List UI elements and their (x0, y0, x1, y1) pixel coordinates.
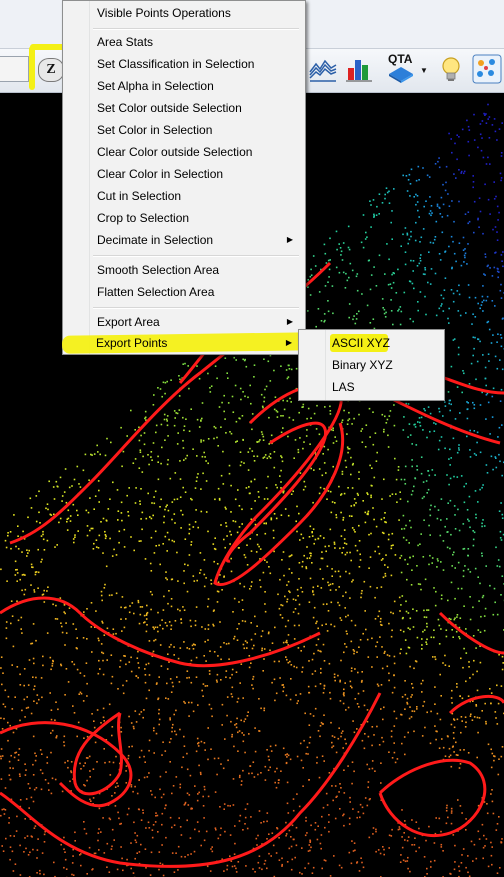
contour-line (72, 711, 123, 796)
menu-item-label: Export Points (96, 336, 168, 350)
menu-item-cut-in-selection[interactable]: Cut in Selection (65, 185, 301, 207)
submenu-arrow-icon: ▶ (286, 235, 293, 244)
lightbulb-icon[interactable] (436, 54, 466, 84)
contour-line (378, 758, 487, 838)
menu-item-crop-to-selection[interactable]: Crop to Selection (65, 207, 301, 229)
submenu-item-binary-xyz[interactable]: Binary XYZ (300, 354, 439, 376)
qta-icon[interactable] (386, 64, 416, 84)
toolbar-input-field[interactable] (0, 56, 29, 82)
z-button[interactable]: Z (38, 58, 64, 82)
menu-item-set-color-outside[interactable]: Set Color outside Selection (65, 97, 301, 119)
dropdown-arrow-icon[interactable]: ▼ (420, 66, 428, 75)
menu-item-set-color-in[interactable]: Set Color in Selection (65, 119, 301, 141)
menu-item-set-classification[interactable]: Set Classification in Selection (65, 53, 301, 75)
menu-item-label: Decimate in Selection (97, 233, 214, 247)
menu-item-export-points[interactable]: Export Points ▶ (64, 332, 300, 354)
menu-header: Visible Points Operations (97, 6, 231, 20)
menu-item-smooth-selection[interactable]: Smooth Selection Area (65, 259, 301, 281)
menu-item-clear-color-in[interactable]: Clear Color in Selection (65, 163, 301, 185)
submenu-arrow-icon: ▶ (285, 338, 292, 347)
menu-item-flatten-selection[interactable]: Flatten Selection Area (65, 281, 301, 303)
submenu-arrow-icon: ▶ (286, 317, 293, 326)
contour-line (0, 692, 382, 868)
menu-item-clear-color-outside[interactable]: Clear Color outside Selection (65, 141, 301, 163)
menu-separator (93, 28, 299, 30)
points-palette-icon[interactable] (472, 54, 502, 84)
menu-item-area-stats[interactable]: Area Stats (65, 31, 301, 53)
submenu-item-las[interactable]: LAS (300, 376, 439, 398)
highlight-mark (29, 46, 35, 90)
bar-chart-3d-icon[interactable] (344, 54, 374, 84)
menu-separator (93, 307, 299, 309)
submenu-item-ascii-xyz[interactable]: ASCII XYZ (300, 332, 439, 354)
terrain-icon[interactable] (308, 54, 338, 84)
context-menu: Visible Points Operations Area Stats Set… (62, 0, 306, 355)
menu-item-set-alpha[interactable]: Set Alpha in Selection (65, 75, 301, 97)
menu-item-label: Export Area (97, 315, 160, 329)
contour-line (213, 383, 345, 587)
menu-item-export-area[interactable]: Export Area ▶ (65, 311, 301, 333)
menu-item-decimate[interactable]: Decimate in Selection ▶ (65, 229, 301, 251)
menu-separator (93, 255, 299, 257)
contour-line (0, 596, 321, 668)
